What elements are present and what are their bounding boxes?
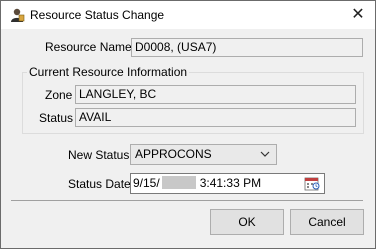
resource-status-change-dialog: Resource Status Change ✕ Resource Name D… xyxy=(0,0,376,249)
status-field: AVAIL xyxy=(75,108,356,127)
calendar-icon[interactable] xyxy=(304,176,320,191)
new-status-dropdown[interactable]: APPROCONS xyxy=(130,144,277,165)
resource-name-label: Resource Name xyxy=(45,40,132,54)
status-date-field[interactable]: 9/15/3:41:33 PM xyxy=(130,173,325,194)
cancel-button[interactable]: Cancel xyxy=(290,209,364,235)
status-date-prefix: 9/15/ xyxy=(133,176,160,190)
status-label: Status xyxy=(39,111,74,125)
redacted-year xyxy=(161,176,196,189)
status-date-time: 3:41:33 PM xyxy=(199,176,262,190)
resource-name-field: D0008, (USA7) xyxy=(131,38,363,57)
footer-separator xyxy=(11,200,363,201)
chevron-down-icon xyxy=(260,151,270,157)
close-icon: ✕ xyxy=(351,6,365,23)
new-status-label: New Status xyxy=(68,148,130,162)
title-bar: Resource Status Change ✕ xyxy=(1,1,375,29)
zone-field: LANGLEY, BC xyxy=(75,85,356,104)
current-resource-info-label: Current Resource Information xyxy=(27,65,190,79)
new-status-value: APPROCONS xyxy=(135,147,212,161)
zone-label: Zone xyxy=(45,88,73,102)
user-icon xyxy=(11,8,25,22)
ok-button[interactable]: OK xyxy=(210,209,284,235)
window-title: Resource Status Change xyxy=(30,8,165,22)
close-button[interactable]: ✕ xyxy=(341,1,375,29)
status-date-label: Status Date xyxy=(68,177,131,191)
